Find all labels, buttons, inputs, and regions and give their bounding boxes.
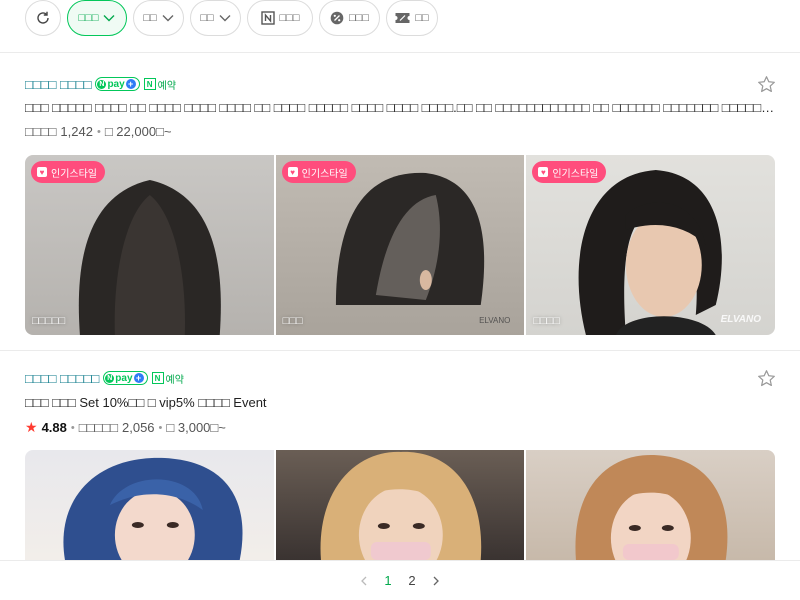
plus-icon: + <box>133 373 144 383</box>
refresh-button[interactable] <box>25 0 61 36</box>
style-photo[interactable]: ♥ 인기스타일 □□□ ELVANO <box>275 155 525 335</box>
badge-label: 인기스타일 <box>552 168 599 180</box>
booking-badge: N 예약 <box>143 77 177 92</box>
review-label: □□□□ <box>25 124 57 139</box>
listing-title-row: □□□□ □□□□ N pay + N 예약 <box>25 75 176 93</box>
filter-chip-label: □□□ <box>349 12 369 24</box>
review-label: □□□□□ <box>78 420 118 435</box>
badge-icon: ♥ <box>37 167 47 177</box>
npay-n-icon: N <box>105 373 115 383</box>
listing-meta: □□□□ 1,242 • □ 22,000□~ <box>25 124 172 139</box>
review-count: 2,056 <box>122 420 155 435</box>
filter-chip-label: □□ <box>415 12 429 24</box>
chevron-down-icon <box>103 15 115 22</box>
chevron-down-icon <box>162 15 174 22</box>
chevron-left-icon <box>361 576 367 585</box>
chevron-right-icon <box>433 576 439 585</box>
next-page-button[interactable] <box>424 569 448 593</box>
filter-chip-label: □□□ <box>78 12 99 24</box>
npay-badge: N pay + <box>103 371 148 385</box>
listing-description: □□□ □□□□□ □□□□ □□ □□□□ □□□□ □□□□ □□ □□□□… <box>25 100 775 115</box>
chevron-down-icon <box>219 15 231 22</box>
npay-badge: N pay + <box>95 77 140 91</box>
salon-watermark: ELVANO <box>720 314 762 325</box>
filter-chip-3[interactable]: □□ <box>190 0 241 36</box>
favorite-star-icon[interactable] <box>757 75 776 94</box>
prev-page-button[interactable] <box>352 569 376 593</box>
npay-n-icon: N <box>97 79 107 89</box>
photo-caption: □□□ <box>282 315 303 327</box>
booking-label: 예약 <box>165 374 184 386</box>
price: □ 3,000□~ <box>166 420 226 435</box>
style-photo[interactable] <box>25 450 274 560</box>
booking-label: 예약 <box>157 80 177 92</box>
percent-icon <box>330 11 344 25</box>
price: □ 22,000□~ <box>104 124 172 139</box>
badge-icon: ♥ <box>538 167 549 177</box>
hair-photo-image <box>575 455 728 560</box>
hair-photo-image <box>63 457 243 560</box>
naver-n-icon: N <box>143 78 156 90</box>
shop-name-link[interactable]: □□□□ □□□□□ <box>25 371 99 386</box>
pagination: 1 2 <box>0 560 800 600</box>
refresh-icon <box>37 11 49 24</box>
hair-photo-image <box>320 451 481 560</box>
photo-gallery: ♥ 인기스타일 □□□□□ ♥ 인기스타일 □□□ ELVANO ♥ 인기스타일… <box>25 155 775 335</box>
filter-chip-2[interactable]: □□ <box>133 0 184 36</box>
booking-badge: N 예약 <box>151 371 184 386</box>
style-photo[interactable] <box>526 450 775 560</box>
separator-dot: • <box>70 421 75 434</box>
badge-label: 인기스타일 <box>51 168 97 180</box>
favorite-star-icon[interactable] <box>757 369 776 388</box>
salon-listing: □□□□ □□□□ N pay + N 예약 □□□ □□□□□ □□□□ □□… <box>0 53 800 351</box>
salon-watermark: ELVANO <box>479 316 511 325</box>
separator-dot: • <box>158 421 163 434</box>
plus-icon: + <box>125 79 136 89</box>
rating-star-icon: ★ <box>25 419 38 435</box>
popular-style-badge: ♥ 인기스타일 <box>31 161 105 183</box>
badge-label: 인기스타일 <box>301 168 348 180</box>
listing-description: □□□ □□□ Set 10%□□ □ vip5% □□□□ Event <box>25 395 267 410</box>
naver-n-icon <box>260 11 275 25</box>
filter-chip-label: □□□ <box>279 12 300 24</box>
style-photo[interactable] <box>275 450 525 560</box>
npay-label: pay <box>115 372 133 384</box>
page-2-button[interactable]: 2 <box>400 569 424 593</box>
page-1-button[interactable]: 1 <box>376 569 400 593</box>
naver-n-icon: N <box>151 372 164 384</box>
filter-chip-label: □□ <box>200 12 214 24</box>
style-photo[interactable]: ♥ 인기스타일 □□□□ ELVANO <box>526 155 775 335</box>
photo-gallery <box>25 450 775 560</box>
filter-chip-1[interactable]: □□□ <box>67 0 127 36</box>
filter-bar: □□□ □□ □□ □□□ □□□ □□ <box>0 0 800 53</box>
style-photo[interactable]: ♥ 인기스타일 □□□□□ <box>25 155 274 335</box>
shop-name-link[interactable]: □□□□ □□□□ <box>25 77 91 92</box>
photo-caption: □□□□ <box>533 315 560 327</box>
listing-title-row: □□□□ □□□□□ N pay + N 예약 <box>25 369 184 387</box>
badge-icon: ♥ <box>287 167 298 177</box>
popular-style-badge: ♥ 인기스타일 <box>532 161 607 183</box>
filter-chip-label: □□ <box>143 12 157 24</box>
filter-chip-naver-booking[interactable]: □□□ <box>247 0 313 36</box>
popular-style-badge: ♥ 인기스타일 <box>281 161 356 183</box>
separator-dot: • <box>96 125 101 138</box>
salon-listing: □□□□ □□□□□ N pay + N 예약 □□□ □□□ Set 10%□… <box>0 352 800 560</box>
review-count: 1,242 <box>60 124 93 139</box>
rating-value: 4.88 <box>41 420 67 435</box>
coupon-icon <box>395 13 410 23</box>
npay-label: pay <box>107 78 125 90</box>
filter-chip-coupon[interactable]: □□ <box>386 0 438 36</box>
filter-chip-discount[interactable]: □□□ <box>319 0 380 36</box>
listing-meta: ★ 4.88 • □□□□□ 2,056 • □ 3,000□~ <box>25 419 226 436</box>
photo-caption: □□□□□ <box>32 315 66 327</box>
